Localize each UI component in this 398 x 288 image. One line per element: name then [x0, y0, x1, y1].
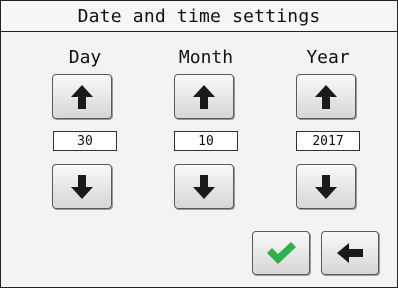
year-value-field[interactable]: 2017: [296, 131, 360, 151]
arrow-up-icon: [70, 84, 94, 110]
confirm-button[interactable]: [252, 231, 310, 275]
day-decrement-button[interactable]: [52, 164, 112, 209]
arrow-down-icon: [70, 174, 94, 200]
arrow-up-icon: [314, 84, 338, 110]
day-value-field[interactable]: 30: [53, 131, 117, 151]
back-button[interactable]: [321, 231, 379, 275]
day-label: Day: [68, 47, 102, 68]
arrow-up-icon: [192, 84, 216, 110]
year-increment-button[interactable]: [296, 74, 356, 119]
month-label: Month: [178, 47, 234, 68]
day-increment-button[interactable]: [52, 74, 112, 119]
month-increment-button[interactable]: [174, 74, 234, 119]
arrow-down-icon: [314, 174, 338, 200]
month-decrement-button[interactable]: [174, 164, 234, 209]
settings-screen: Date and time settings Day 30 Month 10 Y…: [0, 0, 398, 288]
month-value-field[interactable]: 10: [174, 131, 238, 151]
checkmark-icon: [265, 241, 297, 265]
arrow-left-icon: [336, 242, 364, 264]
page-title: Date and time settings: [1, 1, 397, 32]
year-decrement-button[interactable]: [296, 164, 356, 209]
arrow-down-icon: [192, 174, 216, 200]
year-label: Year: [306, 47, 350, 68]
